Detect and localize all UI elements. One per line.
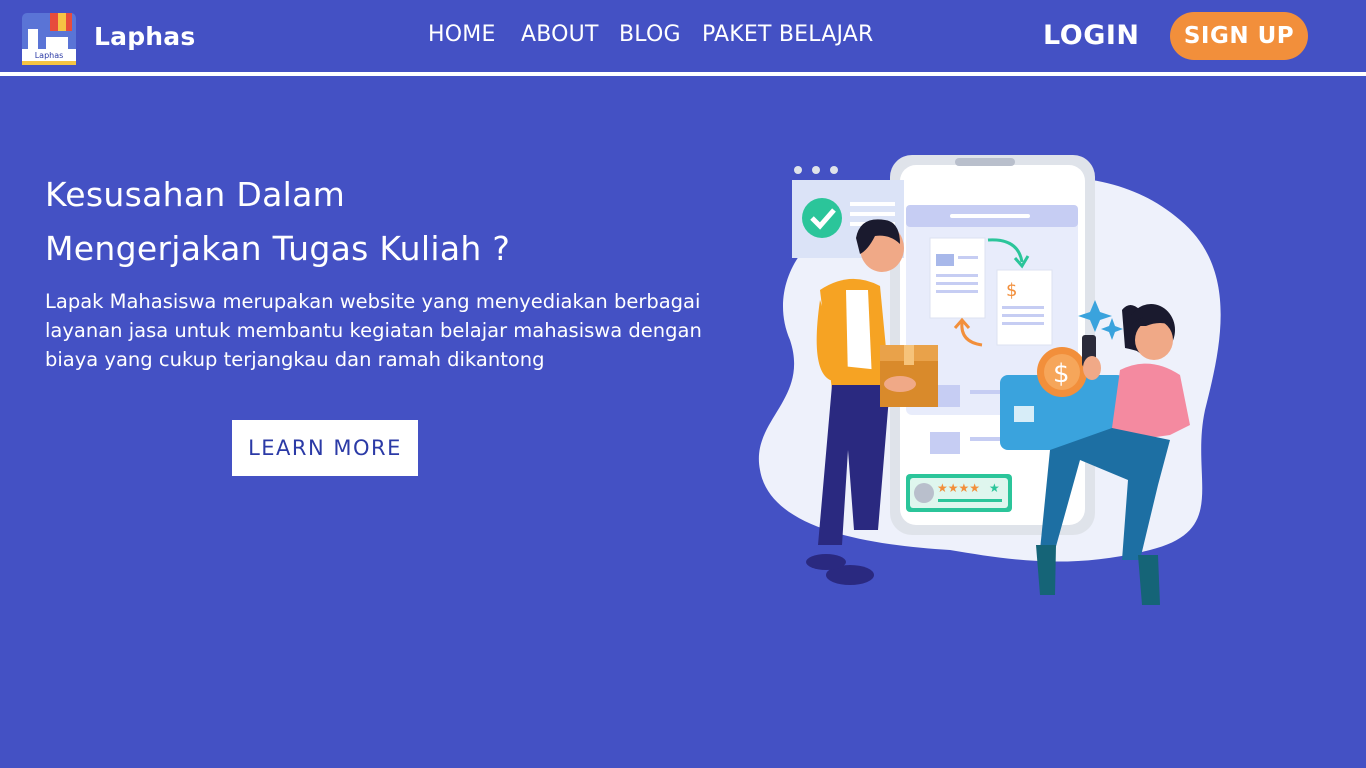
logo-text: Laphas xyxy=(35,51,64,60)
brand-logo-link[interactable]: Laphas Laphas xyxy=(20,7,195,65)
svg-text:$: $ xyxy=(1053,359,1070,389)
hero-illustration: $ ★★★★ ★ $ xyxy=(758,155,1221,605)
nav-divider xyxy=(0,72,1366,76)
hero-title: Kesusahan Dalam Mengerjakan Tugas Kuliah… xyxy=(45,168,510,276)
package-icon xyxy=(880,345,938,407)
hero-description: Lapak Mahasiswa merupakan website yang m… xyxy=(45,290,702,371)
svg-text:$: $ xyxy=(1006,280,1017,301)
brand-name: Laphas xyxy=(94,21,196,51)
navbar: Laphas Laphas HOME ABOUT BLOG PAKET BELA… xyxy=(0,0,1366,73)
nav-about-link[interactable]: ABOUT xyxy=(521,22,599,47)
svg-text:★: ★ xyxy=(989,481,1000,495)
signup-button[interactable]: SIGN UP xyxy=(1170,12,1308,60)
login-link[interactable]: LOGIN xyxy=(1043,20,1140,51)
nav-home-link[interactable]: HOME xyxy=(428,22,496,47)
nav-paket-belajar-link[interactable]: PAKET BELAJAR xyxy=(702,22,874,47)
logo-icon: Laphas xyxy=(22,13,76,65)
hero-title-line-2: Mengerjakan Tugas Kuliah ? xyxy=(45,229,511,268)
dollar-icon: $ xyxy=(1037,347,1087,397)
star-rating-icon: ★★★★ ★ xyxy=(906,474,1012,512)
svg-text:★★★★: ★★★★ xyxy=(937,481,980,495)
learn-more-button[interactable]: LEARN MORE xyxy=(232,420,418,476)
nav-blog-link[interactable]: BLOG xyxy=(619,22,681,47)
hero-title-line-1: Kesusahan Dalam xyxy=(45,175,346,214)
